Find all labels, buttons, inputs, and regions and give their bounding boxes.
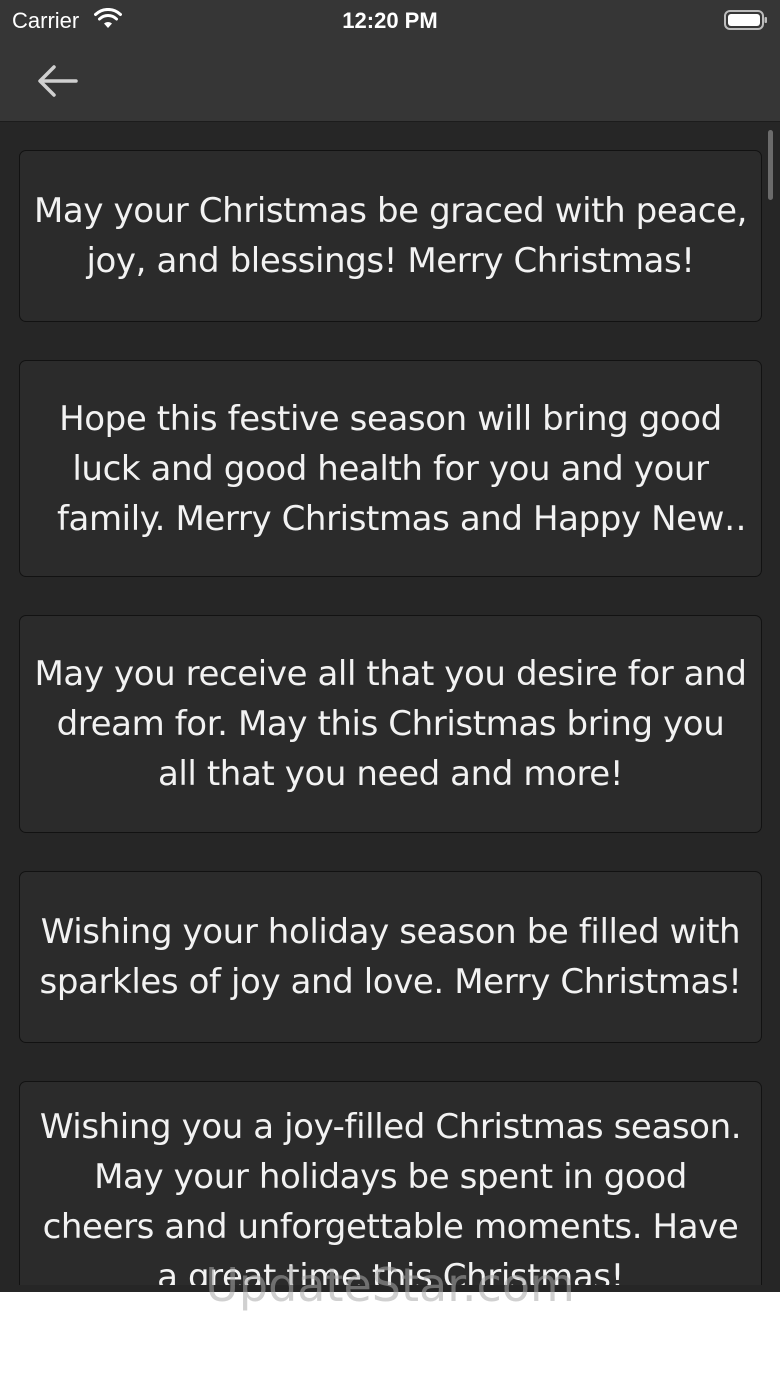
greeting-text: Hope this festive season will bring good… <box>56 398 725 539</box>
watermark: UpdateStar.com <box>205 1258 575 1312</box>
status-time: 12:20 PM <box>342 8 438 33</box>
greeting-text: May you receive all that you desire for … <box>34 654 747 794</box>
navigation-bar <box>0 40 780 122</box>
status-bar: Carrier 12:20 PM <box>0 0 780 40</box>
scrollbar[interactable] <box>768 130 773 200</box>
greeting-card[interactable]: May your Christmas be graced with peace,… <box>19 150 762 322</box>
greeting-text: May your Christmas be graced with peace,… <box>34 191 747 281</box>
greeting-text: Wishing your holiday season be filled wi… <box>39 912 742 1002</box>
back-button[interactable] <box>28 54 88 108</box>
greeting-card[interactable]: Hope this festive season will bring good… <box>19 360 762 577</box>
arrow-left-icon <box>38 65 78 97</box>
greeting-card[interactable]: Wishing you a joy-filled Christmas seaso… <box>19 1081 762 1285</box>
greeting-card[interactable]: Wishing your holiday season be filled wi… <box>19 871 762 1043</box>
greetings-list[interactable]: May your Christmas be graced with peace,… <box>0 123 780 1285</box>
battery-icon <box>724 10 767 30</box>
greeting-card[interactable]: May you receive all that you desire for … <box>19 615 762 833</box>
app-screen: Carrier 12:20 PM May your Christmas be g… <box>0 0 780 1292</box>
